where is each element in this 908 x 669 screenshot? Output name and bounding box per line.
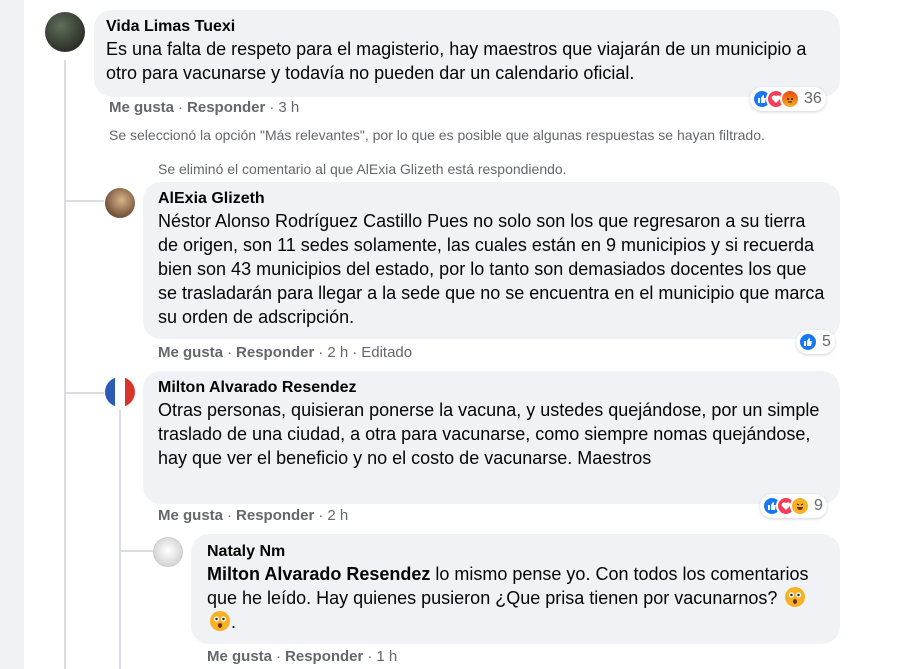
comment-actions: Me gusta · Responder · 3 h — [109, 99, 300, 116]
reply-button[interactable]: Responder — [236, 344, 314, 361]
comment-actions: Me gusta · Responder · 2 h · Editado — [158, 344, 413, 361]
avatar[interactable] — [105, 377, 135, 407]
like-icon — [798, 332, 818, 352]
comment-text: Otras personas, quisieran ponerse la vac… — [158, 400, 820, 468]
reaction-summary[interactable]: 36 — [750, 87, 826, 111]
filter-notice: Se seleccionó la opción "Más relevantes"… — [109, 127, 765, 143]
edited-label: Editado — [361, 344, 413, 361]
comment-text-end: . — [231, 612, 237, 632]
comment-text: Es una falta de respeto para el magister… — [106, 39, 807, 83]
comment-author[interactable]: AlExia Glizeth — [158, 189, 825, 209]
thread-line — [64, 60, 66, 669]
deleted-comment-notice: Se eliminó el comentario al que AlExia G… — [158, 161, 567, 177]
comment-author[interactable]: Milton Alvarado Resendez — [158, 378, 825, 398]
avatar[interactable] — [45, 12, 85, 52]
angry-icon — [780, 89, 800, 109]
comment-author[interactable]: Vida Limas Tuexi — [106, 17, 828, 37]
avatar[interactable] — [105, 188, 135, 218]
reaction-count: 9 — [814, 497, 823, 514]
reply-button[interactable]: Responder — [236, 507, 314, 524]
avatar[interactable] — [153, 537, 183, 567]
like-button[interactable]: Me gusta — [158, 507, 223, 524]
mention-link[interactable]: Milton Alvarado Resendez — [207, 564, 430, 584]
reaction-summary[interactable]: 5 — [796, 330, 835, 354]
comment-time[interactable]: 3 h — [278, 99, 299, 116]
comment-time[interactable]: 2 h — [327, 507, 348, 524]
comment-author[interactable]: Nataly Nm — [207, 542, 824, 562]
comment-text: Milton Alvarado Resendez lo mismo pense … — [207, 562, 824, 634]
like-button[interactable]: Me gusta — [109, 99, 174, 116]
comment-time[interactable]: 1 h — [376, 648, 397, 665]
flushed-face-icon — [210, 611, 230, 631]
comment-bubble: Vida Limas Tuexi Es una falta de respeto… — [94, 10, 840, 97]
comment-bubble: Milton Alvarado Resendez Otras personas,… — [143, 371, 840, 504]
reaction-count: 36 — [804, 90, 822, 107]
comment-bubble: AlExia Glizeth Néstor Alonso Rodríguez C… — [143, 182, 840, 339]
reaction-count: 5 — [822, 333, 831, 350]
like-button[interactable]: Me gusta — [207, 648, 272, 665]
comment-time[interactable]: 2 h — [327, 344, 348, 361]
thread-connector — [119, 550, 153, 552]
thread-connector — [64, 392, 104, 394]
haha-icon — [790, 496, 810, 516]
comment-bubble: Nataly Nm Milton Alvarado Resendez lo mi… — [191, 534, 840, 644]
thread-connector — [64, 200, 104, 202]
reply-button[interactable]: Responder — [187, 99, 265, 116]
like-button[interactable]: Me gusta — [158, 344, 223, 361]
flushed-face-icon — [785, 587, 806, 607]
reaction-summary[interactable]: 9 — [760, 494, 827, 518]
thread-line-nested — [119, 410, 121, 669]
comment-actions: Me gusta · Responder · 1 h — [207, 648, 398, 665]
comment-text: Néstor Alonso Rodríguez Castillo Pues no… — [158, 211, 825, 327]
comment-actions: Me gusta · Responder · 2 h — [158, 507, 349, 524]
reply-button[interactable]: Responder — [285, 648, 363, 665]
